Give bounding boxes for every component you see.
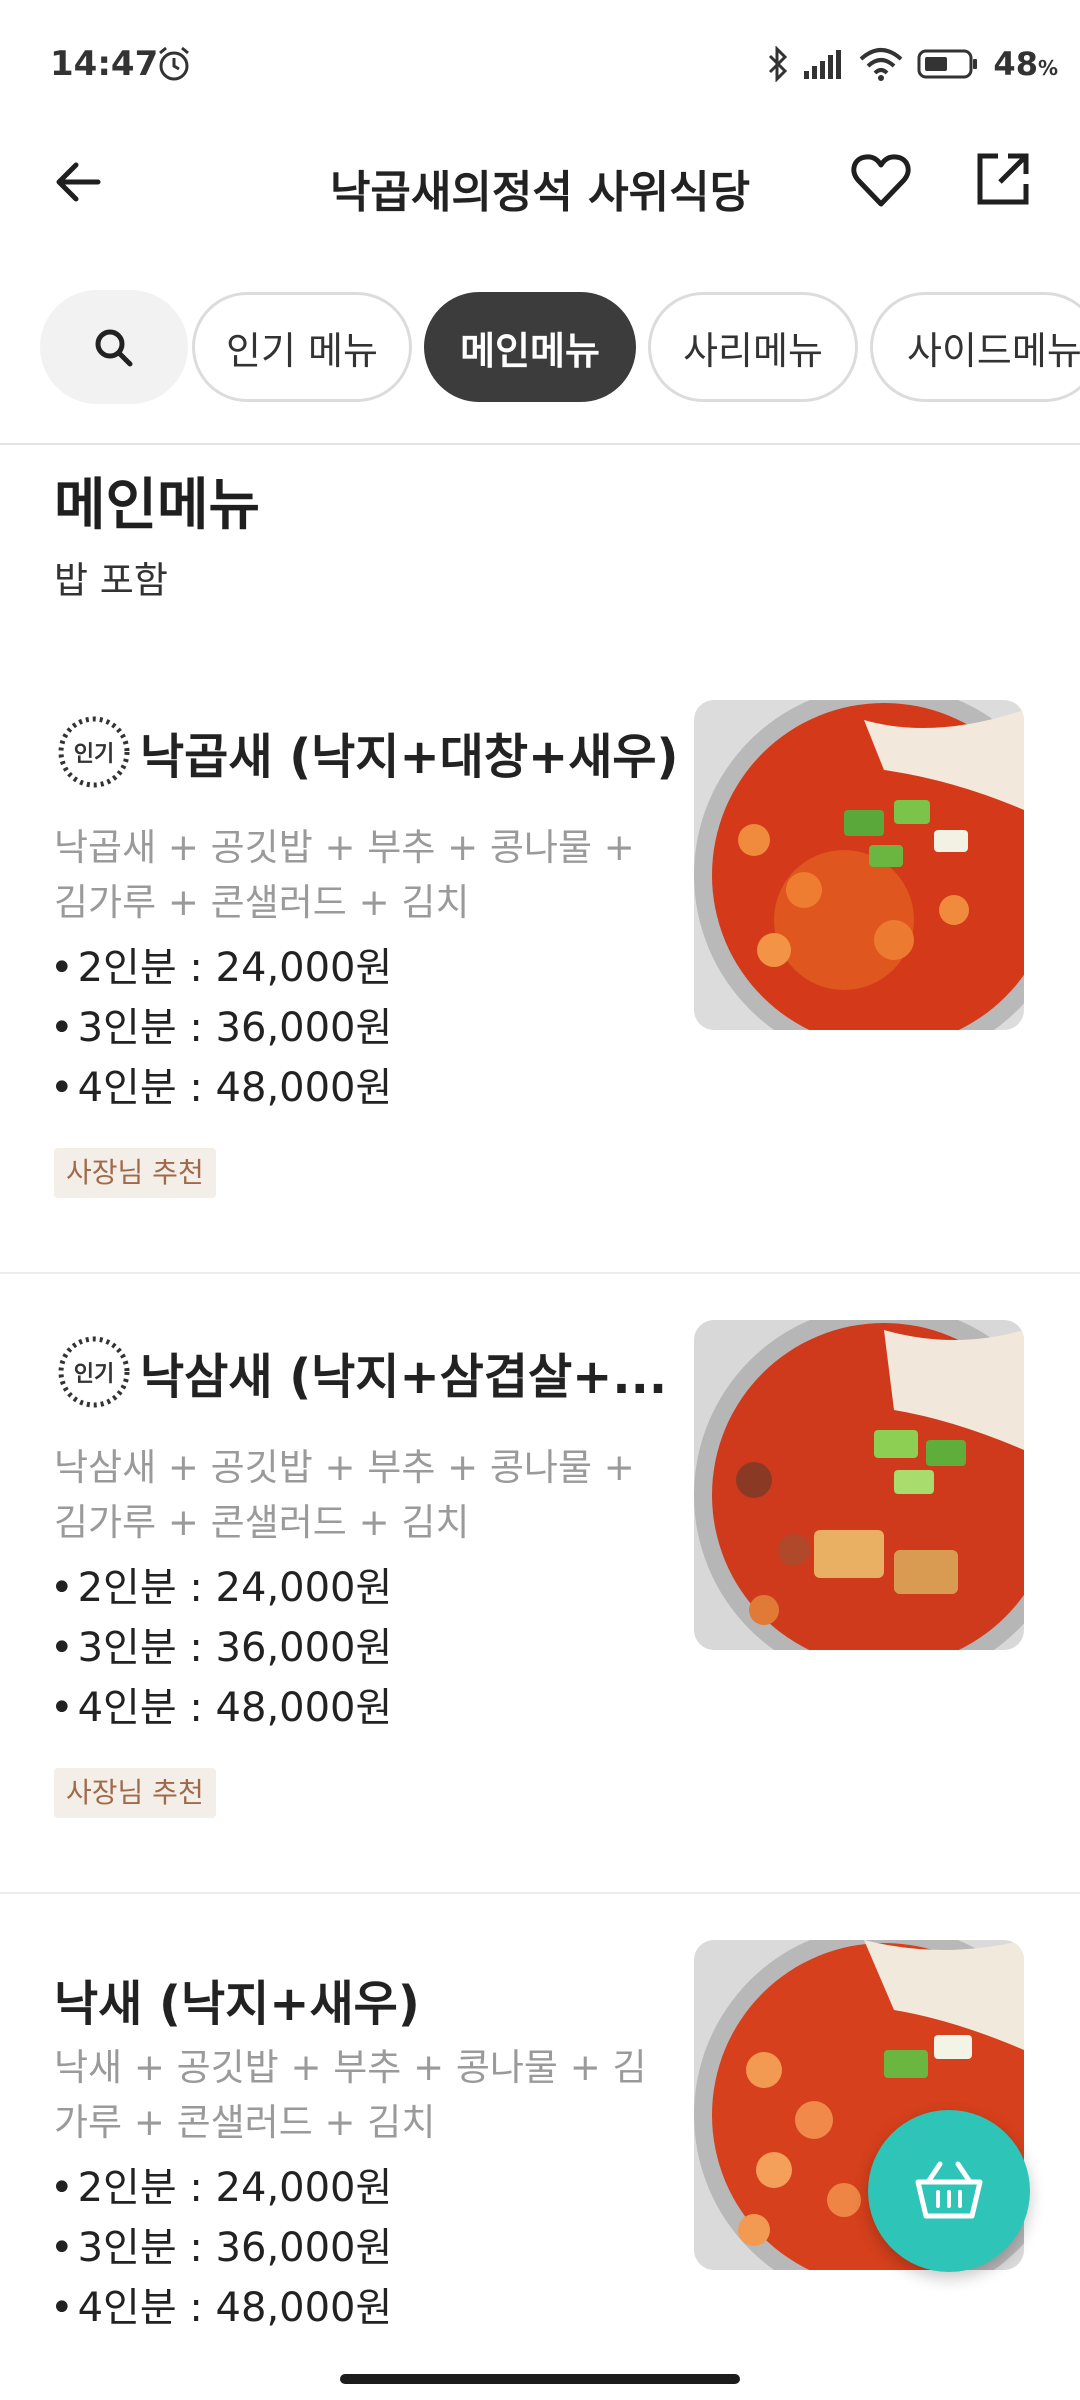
section-subtitle: 밥 포함: [54, 559, 168, 602]
menu-item-description: 낙삼새 + 공깃밥 + 부추 + 콩나물 + 김가루 + 콘샐러드 + 김치: [54, 1446, 635, 1544]
heart-icon[interactable]: [848, 148, 914, 214]
home-indicator[interactable]: [340, 2374, 740, 2384]
svg-text:인기: 인기: [74, 1362, 114, 1387]
tab-sari-menu[interactable]: 사리메뉴: [648, 292, 858, 402]
status-time: 14:47: [50, 44, 159, 84]
menu-item-name: 낙새 (낙지+새우): [54, 1964, 420, 2034]
menu-item-title: 낙새 (낙지+새우): [54, 1976, 420, 2032]
price-line: 4인분 : 48,000원: [50, 2278, 393, 2338]
tab-popular-menu[interactable]: 인기 메뉴: [192, 292, 412, 402]
app-header: 낙곱새의정석 사위식당: [0, 130, 1080, 240]
menu-item-prices: 2인분 : 24,000원 3인분 : 36,000원 4인분 : 48,000…: [50, 938, 393, 1118]
bluetooth-icon: [769, 46, 788, 82]
menu-item-description: 낙곱새 + 공깃밥 + 부추 + 콩나물 + 김가루 + 콘샐러드 + 김치: [54, 826, 635, 924]
menu-item-prices: 2인분 : 24,000원 3인분 : 36,000원 4인분 : 48,000…: [50, 1558, 393, 1738]
cart-button[interactable]: [868, 2110, 1030, 2272]
status-icons: 48%: [767, 42, 1058, 86]
price-line: 3인분 : 36,000원: [50, 2218, 393, 2278]
search-icon: [95, 329, 133, 367]
tab-main-menu[interactable]: 메인메뉴: [424, 292, 636, 402]
page-title: 낙곱새의정석 사위식당: [329, 167, 751, 218]
menu-item-photo: [694, 1320, 1024, 1650]
menu-item-title: 낙삼새 (낙지+삼겹살+...: [140, 1349, 668, 1405]
price-line: 4인분 : 48,000원: [50, 1678, 393, 1738]
recommend-tag: 사장님 추천: [54, 1768, 216, 1818]
menu-item-name: 인기 낙곱새 (낙지+대창+새우): [54, 712, 678, 792]
divider: [0, 1272, 1080, 1274]
tab-side-menu[interactable]: 사이드메뉴: [870, 292, 1080, 402]
popular-badge-icon: 인기: [58, 1336, 130, 1408]
wifi-icon: [860, 48, 903, 81]
price-line: 2인분 : 24,000원: [50, 1558, 393, 1618]
share-icon[interactable]: [970, 146, 1036, 212]
basket-icon: [915, 2161, 983, 2219]
category-tabs: 인기 메뉴 메인메뉴 사리메뉴 사이드메뉴: [0, 288, 1080, 408]
signal-icon: [804, 50, 842, 79]
section-title: 메인메뉴: [54, 473, 261, 538]
price-line: 2인분 : 24,000원: [50, 2158, 393, 2218]
status-bar: 14:47 48%: [0, 0, 1080, 130]
price-line: 4인분 : 48,000원: [50, 1058, 393, 1118]
back-arrow-icon[interactable]: [50, 152, 110, 212]
menu-item-photo: [694, 700, 1024, 1030]
price-line: 2인분 : 24,000원: [50, 938, 393, 998]
price-line: 3인분 : 36,000원: [50, 1618, 393, 1678]
menu-item-description: 낙새 + 공깃밥 + 부추 + 콩나물 + 김가루 + 콘샐러드 + 김치: [54, 2046, 647, 2144]
menu-item-nakgopsae[interactable]: 인기 낙곱새 (낙지+대창+새우) 낙곱새 + 공깃밥 + 부추 + 콩나물 +…: [0, 700, 1080, 1260]
menu-item-prices: 2인분 : 24,000원 3인분 : 36,000원 4인분 : 48,000…: [50, 2158, 393, 2338]
divider: [0, 1892, 1080, 1894]
menu-item-name: 인기 낙삼새 (낙지+삼겹살+...: [54, 1332, 667, 1412]
popular-badge-icon: 인기: [58, 716, 130, 788]
recommend-tag: 사장님 추천: [54, 1148, 216, 1198]
price-line: 3인분 : 36,000원: [50, 998, 393, 1058]
svg-text:인기: 인기: [74, 742, 114, 767]
menu-item-title: 낙곱새 (낙지+대창+새우): [140, 729, 679, 785]
battery-level: 48%: [993, 45, 1058, 83]
battery-icon: [917, 49, 978, 79]
menu-item-naksamsae[interactable]: 인기 낙삼새 (낙지+삼겹살+... 낙삼새 + 공깃밥 + 부추 + 콩나물 …: [0, 1320, 1080, 1880]
search-button[interactable]: [40, 290, 188, 404]
divider: [0, 443, 1080, 445]
alarm-icon: [159, 46, 189, 81]
